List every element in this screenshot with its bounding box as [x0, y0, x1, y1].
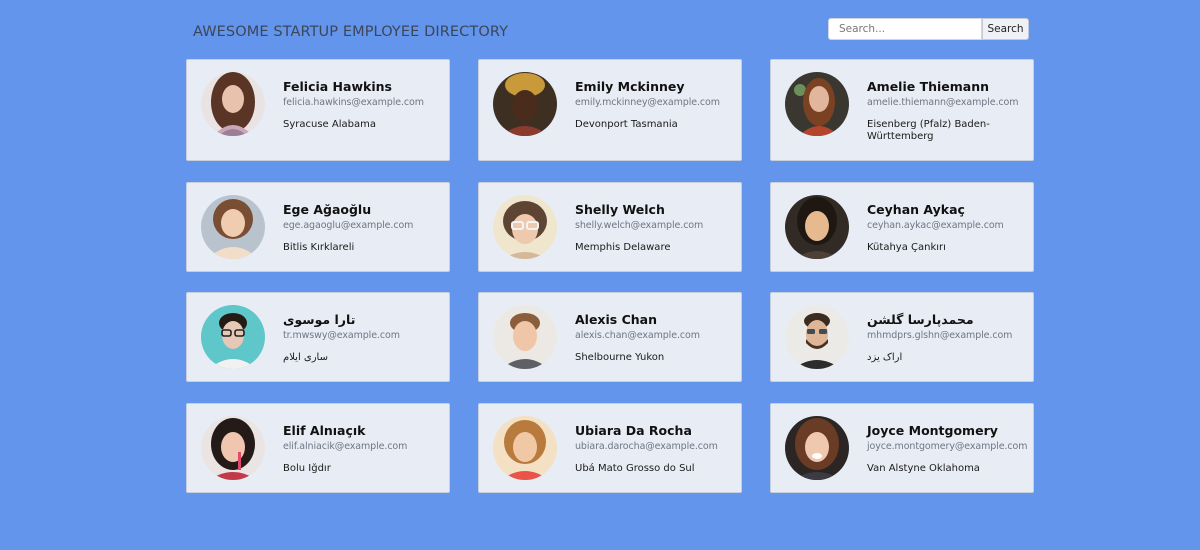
employee-location: Memphis Delaware	[575, 242, 671, 253]
employee-email: mhmdprs.glshn@example.com	[867, 330, 1013, 341]
employee-location: Bitlis Kırklareli	[283, 242, 355, 253]
employee-email: felicia.hawkins@example.com	[283, 97, 424, 108]
employee-photo	[201, 72, 265, 136]
employee-card[interactable]: Alexis Chan alexis.chan@example.com Shel…	[478, 292, 742, 382]
employee-name: Emily Mckinney	[575, 79, 685, 94]
employee-location: Van Alstyne Oklahoma	[867, 463, 980, 474]
employee-name: محمدپارسا گلشن	[867, 312, 974, 327]
employee-name: Alexis Chan	[575, 312, 657, 327]
employee-card[interactable]: محمدپارسا گلشن mhmdprs.glshn@example.com…	[770, 292, 1034, 382]
employee-card[interactable]: Ubiara Da Rocha ubiara.darocha@example.c…	[478, 403, 742, 493]
employee-photo	[493, 416, 557, 480]
employee-email: tr.mwswy@example.com	[283, 330, 400, 341]
employee-location: Devonport Tasmania	[575, 119, 678, 130]
employee-card[interactable]: Joyce Montgomery joyce.montgomery@exampl…	[770, 403, 1034, 493]
employee-name: Shelly Welch	[575, 202, 665, 217]
employee-name: Felicia Hawkins	[283, 79, 392, 94]
employee-name: Ege Ağaoğlu	[283, 202, 372, 217]
employee-location: Ubá Mato Grosso do Sul	[575, 463, 695, 474]
employee-card[interactable]: Elif Alnıaçık elif.alniacik@example.com …	[186, 403, 450, 493]
employee-name: Ubiara Da Rocha	[575, 423, 692, 438]
employee-name: Elif Alnıaçık	[283, 423, 366, 438]
employee-email: alexis.chan@example.com	[575, 330, 700, 341]
employee-photo	[201, 195, 265, 259]
employee-location: Kütahya Çankırı	[867, 242, 946, 253]
employee-card[interactable]: Amelie Thiemann amelie.thiemann@example.…	[770, 59, 1034, 161]
employee-photo	[201, 416, 265, 480]
employee-location: Syracuse Alabama	[283, 119, 376, 130]
employee-card[interactable]: تارا موسوی tr.mwswy@example.com ساری ایل…	[186, 292, 450, 382]
employee-photo	[493, 195, 557, 259]
employee-photo	[785, 195, 849, 259]
employee-email: ege.agaoglu@example.com	[283, 220, 414, 231]
employee-name: تارا موسوی	[283, 312, 356, 327]
employee-photo	[785, 416, 849, 480]
employee-photo	[201, 305, 265, 369]
employee-email: ubiara.darocha@example.com	[575, 441, 718, 452]
page-title: AWESOME STARTUP EMPLOYEE DIRECTORY	[193, 24, 509, 40]
employee-email: shelly.welch@example.com	[575, 220, 704, 231]
employee-card[interactable]: Emily Mckinney emily.mckinney@example.co…	[478, 59, 742, 161]
employee-name: Amelie Thiemann	[867, 79, 990, 94]
employee-card[interactable]: Felicia Hawkins felicia.hawkins@example.…	[186, 59, 450, 161]
employee-email: amelie.thiemann@example.com	[867, 97, 1019, 108]
employee-location: اراک یزد	[867, 352, 903, 363]
employee-email: ceyhan.aykac@example.com	[867, 220, 1004, 231]
search-input[interactable]	[828, 18, 982, 40]
header: AWESOME STARTUP EMPLOYEE DIRECTORY Searc…	[0, 0, 1200, 60]
employee-email: elif.alniacik@example.com	[283, 441, 408, 452]
employee-photo	[493, 72, 557, 136]
employee-location: ساری ایلام	[283, 352, 328, 363]
employee-card[interactable]: Ege Ağaoğlu ege.agaoglu@example.com Bitl…	[186, 182, 450, 272]
employee-photo	[785, 305, 849, 369]
employee-photo	[785, 72, 849, 136]
search-button[interactable]: Search	[982, 18, 1029, 40]
employee-card[interactable]: Ceyhan Aykaç ceyhan.aykac@example.com Kü…	[770, 182, 1034, 272]
employee-email: emily.mckinney@example.com	[575, 97, 720, 108]
employee-email: joyce.montgomery@example.com	[867, 441, 1028, 452]
search-form: Search	[828, 18, 1029, 40]
employee-name: Ceyhan Aykaç	[867, 202, 965, 217]
employee-location: Eisenberg (Pfalz) Baden-Württemberg	[867, 119, 990, 142]
employee-card[interactable]: Shelly Welch shelly.welch@example.com Me…	[478, 182, 742, 272]
employee-name: Joyce Montgomery	[867, 423, 998, 438]
employee-location: Bolu Iğdır	[283, 463, 331, 474]
employee-photo	[493, 305, 557, 369]
employee-location: Shelbourne Yukon	[575, 352, 665, 363]
